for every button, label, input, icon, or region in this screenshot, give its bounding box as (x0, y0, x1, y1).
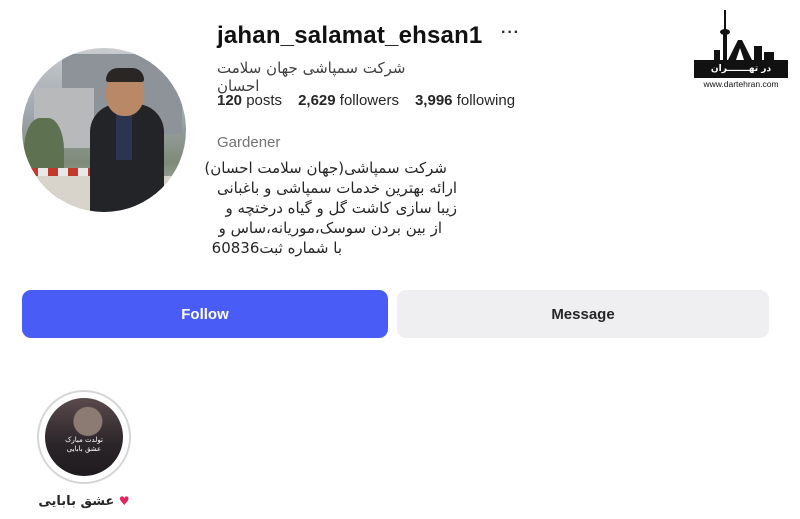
watermark-logo: در تهـــــــران www.dartehran.com (694, 10, 788, 94)
full-name: شرکت سمپاشی جهان سلامت احسان (217, 59, 406, 95)
bio-line: شرکت سمپاشی(جهان سلامت احسان) (204, 159, 447, 177)
bio-line: از بین بردن سوسک،موریانه،ساس و (218, 219, 442, 237)
watermark-logo-text: در تهـــــــران (694, 60, 788, 78)
milad-tower-icon (714, 10, 774, 60)
message-button[interactable]: Message (397, 290, 769, 338)
profile-category: Gardener (217, 134, 281, 151)
username: jahan_salamat_ehsan1 (217, 22, 483, 49)
following-stat[interactable]: 3,996 following (415, 92, 515, 109)
more-options-icon[interactable]: ··· (501, 24, 520, 42)
highlight-label-text: عشق بابایی (38, 494, 115, 509)
posts-count: 120 (217, 92, 243, 109)
followers-stat[interactable]: 2,629 followers (298, 92, 399, 109)
following-count: 3,996 (414, 92, 453, 109)
posts-label: posts (246, 92, 283, 109)
bio-line: زیبا سازی کاشت گل و گیاه درختچه و (225, 199, 457, 217)
bio-line: ارائه بهترین خدمات سمپاشی و باغبانی (216, 179, 457, 197)
profile-stats: 120 posts 2,629 followers 3,996 followin… (217, 92, 515, 109)
followers-count: 2,629 (298, 92, 336, 109)
posts-stat[interactable]: 120 posts (217, 92, 282, 109)
profile-avatar[interactable] (22, 48, 186, 212)
bio-line: با شماره ثبت60836 (211, 239, 342, 257)
profile-bio: شرکت سمپاشی(جهان سلامت احسان) ارائه بهتر… (204, 158, 459, 258)
highlight-cover: تولدت مبارک عشق بابایی (45, 398, 123, 476)
watermark-url: www.dartehran.com (703, 79, 779, 89)
highlight-cover-text: تولدت مبارک عشق بابایی (65, 436, 103, 453)
heart-icon: ♥ (118, 494, 130, 508)
highlight-label[interactable]: عشق بابایی ♥ (36, 494, 132, 509)
story-highlight[interactable]: تولدت مبارک عشق بابایی (37, 390, 131, 484)
following-label: following (456, 92, 516, 109)
follow-button[interactable]: Follow (22, 290, 388, 338)
followers-label: followers (339, 92, 399, 109)
